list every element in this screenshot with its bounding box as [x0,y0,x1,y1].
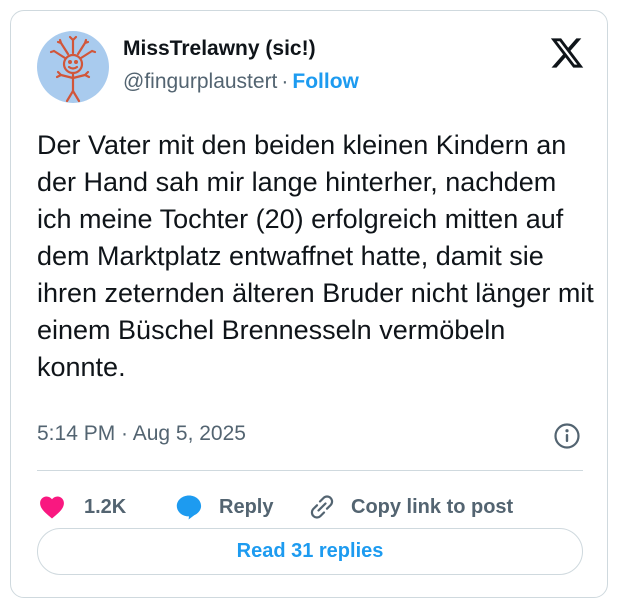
post-timestamp[interactable]: 5:14 PM · Aug 5, 2025 [37,422,246,446]
heart-icon [40,496,64,519]
author-display-name[interactable]: MissTrelawny (sic!) [123,37,316,61]
like-count: 1.2K [84,495,127,518]
follow-button[interactable]: Follow [292,70,359,93]
author-handle-row: @fingurplaustert · Follow [123,70,359,94]
handle-separator: · [281,70,289,93]
author-handle[interactable]: @fingurplaustert [123,70,277,93]
speech-bubble-icon [176,495,202,520]
copy-link-button[interactable]: Copy link to post [307,490,513,524]
post-card: MissTrelawny (sic!) @fingurplaustert · Fol… [10,10,608,598]
like-button[interactable]: 1.2K [39,490,126,524]
post-text: Der Vater mit den beiden kleinen Kindern… [37,130,594,382]
divider [37,470,583,471]
x-logo-icon[interactable] [549,35,585,71]
copy-link-label: Copy link to post [351,495,514,518]
avatar[interactable] [37,31,109,103]
avatar-drawing-icon [49,35,97,103]
info-icon[interactable] [553,422,581,450]
read-replies-button[interactable]: Read 31 replies [37,528,583,575]
reply-button[interactable]: Reply [175,490,273,524]
reply-label: Reply [219,495,274,518]
link-icon [310,495,334,519]
